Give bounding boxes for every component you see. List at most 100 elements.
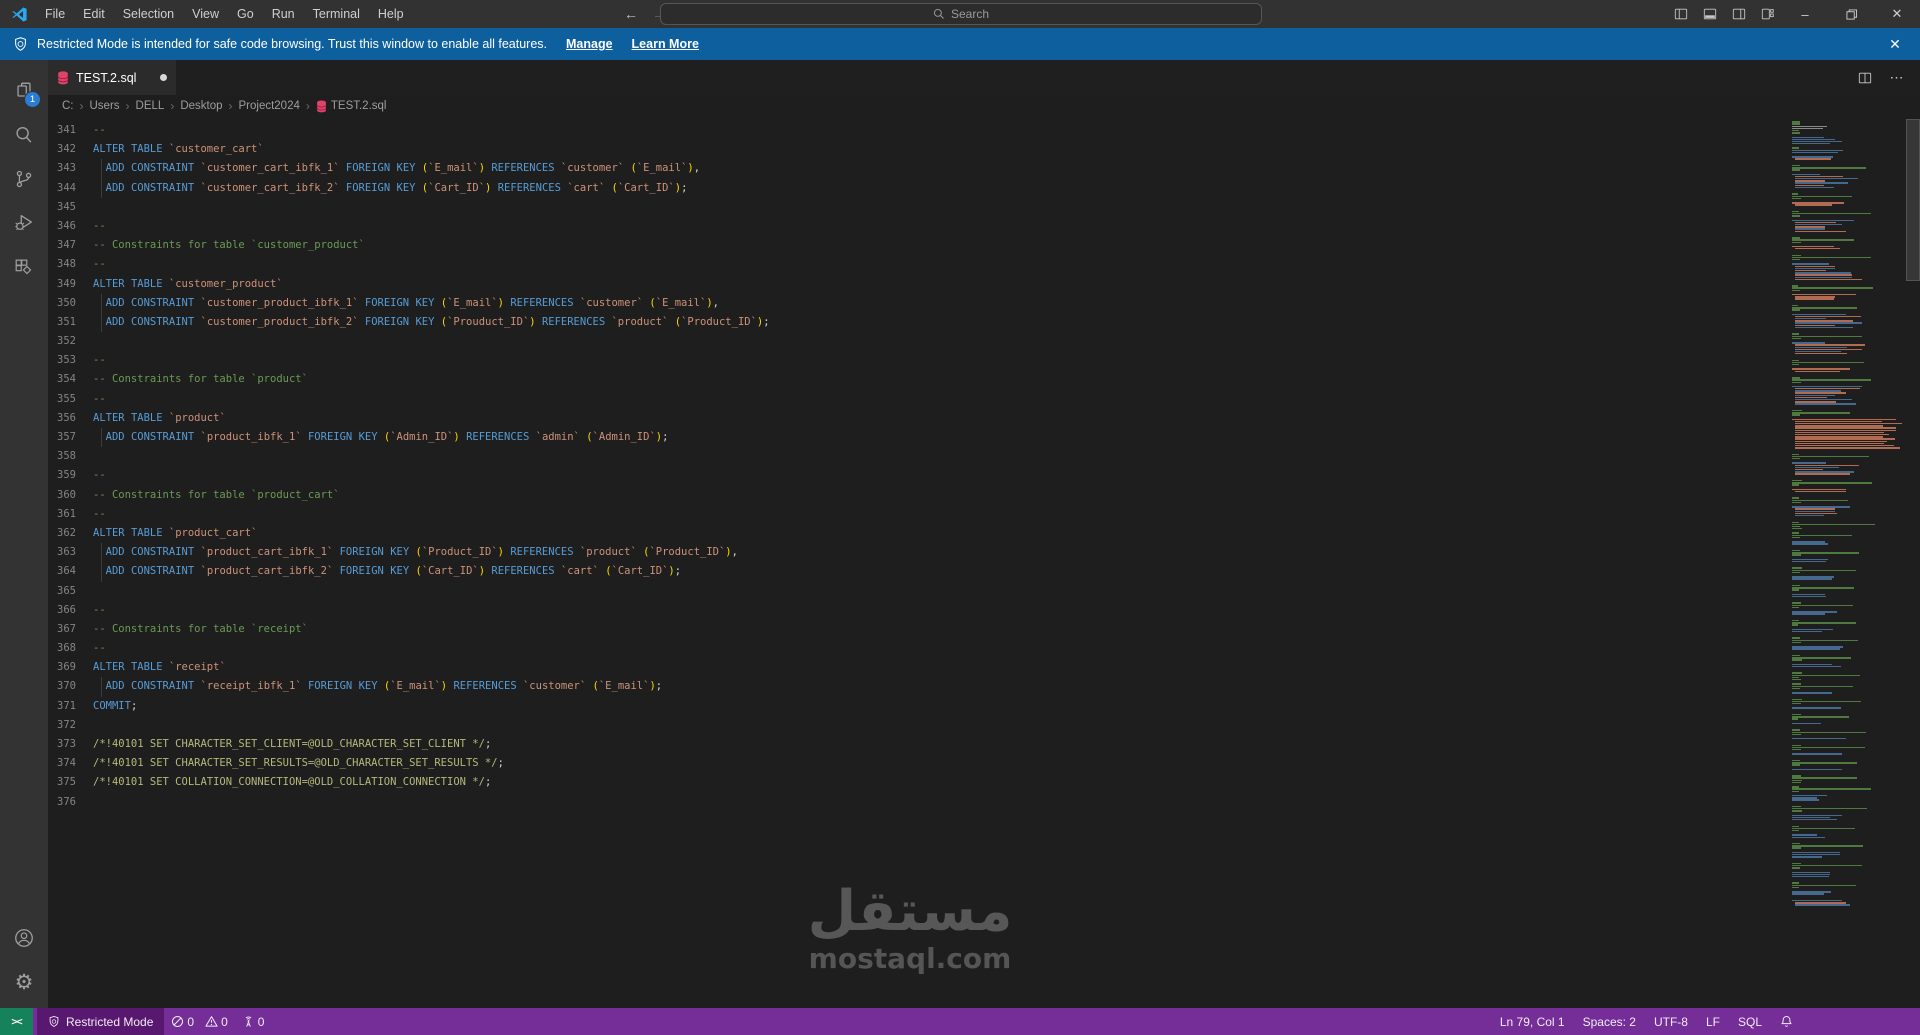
- banner-close-icon[interactable]: ✕: [1881, 28, 1909, 60]
- line-content: /*!40101 SET CHARACTER_SET_RESULTS=@OLD_…: [93, 754, 504, 773]
- restricted-mode-status[interactable]: Restricted Mode: [37, 1008, 164, 1035]
- minimap-row: [1792, 865, 1862, 866]
- menu-selection[interactable]: Selection: [114, 0, 183, 28]
- minimap-row: [1792, 631, 1822, 632]
- minimap-row: [1792, 541, 1825, 542]
- modified-dot-icon[interactable]: [160, 74, 167, 81]
- line-content: -- Constraints for table `product_cart`: [93, 486, 340, 505]
- sidebar-item-extensions[interactable]: [0, 245, 48, 289]
- language-mode[interactable]: SQL: [1729, 1008, 1771, 1035]
- close-window-button[interactable]: ✕: [1874, 0, 1920, 28]
- breadcrumb-item-project2024[interactable]: Project2024: [239, 100, 300, 112]
- minimap-row: [1792, 611, 1837, 612]
- code-line-361: 361--: [48, 505, 1788, 524]
- code-line-351: 351 ADD CONSTRAINT `customer_product_ibf…: [48, 313, 1788, 332]
- notifications-bell-icon[interactable]: [1771, 1008, 1802, 1035]
- minimap-row: [1795, 399, 1852, 400]
- minimap-row: [1792, 769, 1842, 770]
- minimap-row: [1792, 550, 1800, 551]
- explorer-badge: 1: [24, 91, 41, 108]
- sidebar-item-explorer[interactable]: 1: [0, 69, 48, 113]
- back-arrow-icon[interactable]: ←: [624, 6, 638, 22]
- search-placeholder: Search: [951, 7, 989, 21]
- minimap-row: [1792, 716, 1849, 717]
- eol-sequence[interactable]: LF: [1697, 1008, 1729, 1035]
- minimap-row: [1792, 386, 1862, 387]
- minimap-row: [1795, 491, 1846, 492]
- minimap-row: [1792, 845, 1863, 846]
- minimap-row: [1792, 554, 1801, 555]
- menu-file[interactable]: File: [36, 0, 74, 28]
- minimap-row: [1792, 648, 1840, 649]
- menu-run[interactable]: Run: [263, 0, 304, 28]
- menu-bar: FileEditSelectionViewGoRunTerminalHelp: [36, 0, 413, 28]
- minimap-row: [1792, 360, 1799, 361]
- breadcrumb-item-users[interactable]: Users: [90, 100, 120, 112]
- minimap[interactable]: [1792, 119, 1904, 907]
- remote-indicator[interactable]: ><: [0, 1008, 33, 1035]
- minimap-row: [1795, 272, 1851, 273]
- ports-status[interactable]: 0: [235, 1008, 272, 1035]
- manage-link[interactable]: Manage: [566, 37, 613, 51]
- menu-view[interactable]: View: [183, 0, 228, 28]
- indent-guide: [101, 313, 102, 332]
- sidebar-item-search[interactable]: [0, 113, 48, 157]
- minimap-row: [1792, 174, 1820, 175]
- menu-edit[interactable]: Edit: [74, 0, 114, 28]
- minimap-row: [1792, 287, 1873, 288]
- sidebar-item-source-control[interactable]: [0, 157, 48, 201]
- minimap-row: [1792, 526, 1800, 527]
- customize-layout-icon[interactable]: [1753, 0, 1782, 28]
- menu-terminal[interactable]: Terminal: [304, 0, 369, 28]
- split-editor-icon[interactable]: [1852, 65, 1878, 91]
- minimap-row: [1792, 686, 1853, 687]
- line-number: 357: [48, 428, 76, 447]
- problems-status[interactable]: 0 0: [164, 1008, 234, 1035]
- breadcrumb-item-desktop[interactable]: Desktop: [180, 100, 222, 112]
- encoding[interactable]: UTF-8: [1645, 1008, 1697, 1035]
- menu-go[interactable]: Go: [228, 0, 263, 28]
- code-line-343: 343 ADD CONSTRAINT `customer_cart_ibfk_1…: [48, 159, 1788, 178]
- account-icon[interactable]: [0, 916, 48, 960]
- cursor-position[interactable]: Ln 79, Col 1: [1491, 1008, 1574, 1035]
- minimap-row: [1792, 147, 1799, 148]
- minimap-row: [1792, 585, 1800, 586]
- toggle-secondary-sidebar-icon[interactable]: [1724, 0, 1753, 28]
- minimap-row: [1792, 559, 1828, 560]
- minimize-button[interactable]: –: [1782, 0, 1828, 28]
- scrollbar-thumb[interactable]: [1906, 119, 1920, 281]
- vscode-window: { "title_bar": { "menus": ["File", "Edit…: [0, 0, 1920, 1035]
- line-number: 376: [48, 793, 76, 812]
- indentation[interactable]: Spaces: 2: [1574, 1008, 1645, 1035]
- search-box[interactable]: Search: [660, 3, 1262, 25]
- line-number: 344: [48, 179, 76, 198]
- toggle-sidebar-icon[interactable]: [1666, 0, 1695, 28]
- minimap-row: [1795, 508, 1835, 509]
- settings-gear-icon[interactable]: ⚙: [0, 960, 48, 1004]
- code-editor[interactable]: 341--342ALTER TABLE `customer_cart`343 A…: [48, 117, 1920, 1008]
- code-line-369: 369ALTER TABLE `receipt`: [48, 658, 1788, 677]
- errors-count: 0: [187, 1015, 194, 1029]
- minimap-row: [1792, 847, 1801, 848]
- code-line-348: 348--: [48, 255, 1788, 274]
- breadcrumb-item-dell[interactable]: DELL: [136, 100, 165, 112]
- line-content: -- Constraints for table `customer_produ…: [93, 236, 365, 255]
- restore-button[interactable]: [1828, 0, 1874, 28]
- minimap-row: [1792, 683, 1801, 684]
- minimap-row: [1792, 121, 1800, 122]
- line-content: -- Constraints for table `receipt`: [93, 620, 308, 639]
- toggle-panel-icon[interactable]: [1695, 0, 1724, 28]
- line-content: --: [93, 217, 106, 236]
- menu-help[interactable]: Help: [369, 0, 413, 28]
- learn-more-link[interactable]: Learn More: [632, 37, 699, 51]
- minimap-row: [1795, 430, 1896, 431]
- breadcrumb-item-file[interactable]: TEST.2.sql: [316, 100, 387, 113]
- sidebar-item-run-debug[interactable]: [0, 201, 48, 245]
- minimap-row: [1792, 734, 1801, 735]
- line-content: --: [93, 390, 106, 409]
- status-bar: >< Restricted Mode 0 0 0 Ln 79, Col 1 Sp…: [0, 1008, 1920, 1035]
- more-actions-icon[interactable]: ⋯: [1884, 65, 1910, 91]
- minimap-row: [1792, 215, 1800, 216]
- breadcrumb-item-c[interactable]: C:: [62, 100, 74, 112]
- tab-test2sql[interactable]: TEST.2.sql: [48, 60, 176, 95]
